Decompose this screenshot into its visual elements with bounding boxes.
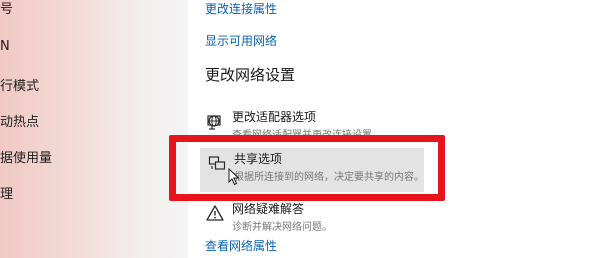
section-title: 更改网络设置 [205,66,296,84]
sidebar-item-airplane-mode[interactable]: 行模式 [0,75,39,94]
sidebar-item-data-usage[interactable]: 据使用量 [0,147,52,166]
sharing-options-description: 根据所连接到的网络，决定要共享的内容。 [234,172,424,183]
network-troubleshooter-title: 网络疑难解答 [232,202,305,216]
change-adapter-options-description: 查看网络适配器并更改连接设置。 [232,130,382,141]
settings-sidebar: 号 N 行模式 动热点 据使用量 理 [0,0,188,258]
sharing-options-button[interactable]: 共享选项 根据所连接到的网络，决定要共享的内容。 [200,148,424,192]
network-troubleshooter-button[interactable]: 网络疑难解答 诊断并解决网络问题。 [198,198,420,242]
change-connection-properties-link[interactable]: 更改连接属性 [205,0,277,17]
sidebar-item-proxy[interactable]: 理 [0,183,13,202]
adapter-globe-icon [206,112,224,130]
view-network-properties-link[interactable]: 查看网络属性 [205,237,277,254]
network-troubleshooter-description: 诊断并解决网络问题。 [232,222,332,233]
sidebar-item-vpn[interactable]: N [0,39,10,54]
sharing-icon [208,154,226,172]
show-available-networks-link[interactable]: 显示可用网络 [205,32,277,49]
change-adapter-options-button[interactable]: 更改适配器选项 查看网络适配器并更改连接设置。 [198,106,420,150]
warning-icon [206,204,224,222]
sharing-options-title: 共享选项 [234,152,283,166]
network-status-panel: 更改连接属性 显示可用网络 更改网络设置 更改适配器选项 查看网络适配器并更改连… [188,0,600,258]
sidebar-item-mobile-hotspot[interactable]: 动热点 [0,111,39,130]
change-adapter-options-title: 更改适配器选项 [232,110,317,124]
sidebar-item-1[interactable]: 号 [0,0,13,17]
